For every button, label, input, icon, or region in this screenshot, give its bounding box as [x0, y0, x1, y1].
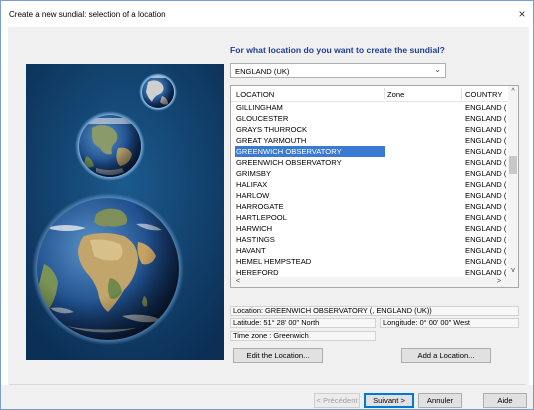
help-button[interactable]: Aide	[483, 393, 527, 408]
cell-country: ENGLAND (L	[465, 202, 507, 211]
edit-location-button[interactable]: Edit the Location...	[233, 348, 323, 363]
location-info: Location: GREENWICH OBSERVATORY (, ENGLA…	[230, 306, 519, 316]
cell-country: ENGLAND (L	[465, 136, 507, 145]
cell-location: GRIMSBY	[236, 169, 272, 178]
country-dropdown-value: ENGLAND (UK)	[235, 67, 290, 76]
cell-country: ENGLAND (L	[465, 125, 507, 134]
previous-button[interactable]: < Précédent	[314, 393, 360, 408]
location-list[interactable]: LOCATION Zone COUNTRY GILLINGHAM ENGLAND …	[230, 85, 519, 288]
chevron-down-icon[interactable]: ⌄	[434, 65, 441, 74]
close-icon[interactable]: ×	[515, 7, 529, 21]
cell-location: GREAT YARMOUTH	[236, 136, 307, 145]
cell-country: ENGLAND (L	[465, 257, 507, 266]
cell-location: HAVANT	[236, 246, 266, 255]
table-row[interactable]: HARTLEPOOL ENGLAND (L	[231, 212, 508, 223]
table-row[interactable]: GREENWICH OBSERVATORY ENGLAND (L	[231, 146, 508, 157]
cell-location: HARLOW	[236, 191, 270, 200]
cell-location: HASTINGS	[236, 235, 275, 244]
timezone-info: Time zone : Greenwich	[230, 331, 376, 341]
latitude-info: Latitude: 51° 28' 00" North	[230, 318, 376, 328]
globes-illustration	[26, 64, 224, 360]
table-row[interactable]: HEMEL HEMPSTEAD ENGLAND (L	[231, 256, 508, 267]
column-header-location[interactable]: LOCATION	[236, 90, 274, 99]
cell-location: GREENWICH OBSERVATORY	[236, 158, 342, 167]
table-row[interactable]: HALIFAX ENGLAND (L	[231, 179, 508, 190]
scroll-down-icon[interactable]: v	[508, 266, 518, 276]
table-row[interactable]: HAVANT ENGLAND (L	[231, 245, 508, 256]
list-rows: GILLINGHAM ENGLAND (L GLOUCESTER ENGLAND (L…	[231, 102, 508, 278]
country-dropdown[interactable]: ENGLAND (UK) ⌄	[230, 63, 446, 78]
next-button[interactable]: Suivant >	[364, 393, 414, 408]
add-location-button[interactable]: Add a Location...	[401, 348, 491, 363]
column-divider[interactable]	[384, 88, 385, 99]
window-title: Create a new sundial: selection of a loc…	[9, 10, 166, 19]
list-header: LOCATION Zone COUNTRY	[231, 86, 508, 102]
cell-country: ENGLAND (L	[465, 147, 507, 156]
title-bar: Create a new sundial: selection of a loc…	[1, 1, 533, 27]
table-row[interactable]: GRAYS THURROCK ENGLAND (L	[231, 124, 508, 135]
cell-country: ENGLAND (L	[465, 268, 507, 277]
table-row[interactable]: GREAT YARMOUTH ENGLAND (L	[231, 135, 508, 146]
horizontal-scrollbar[interactable]: < >	[231, 277, 518, 287]
cell-location: HEREFORD	[236, 268, 279, 277]
cell-country: ENGLAND (L	[465, 180, 507, 189]
table-row[interactable]: HARROGATE ENGLAND (L	[231, 201, 508, 212]
cell-country: ENGLAND (L	[465, 213, 507, 222]
cell-location: HALIFAX	[236, 180, 268, 189]
cell-country: ENGLAND (L	[465, 114, 507, 123]
globes-image	[26, 64, 224, 360]
cell-country: ENGLAND (L	[465, 158, 507, 167]
table-row[interactable]: GLOUCESTER ENGLAND (L	[231, 113, 508, 124]
column-header-country[interactable]: COUNTRY	[465, 90, 502, 99]
cell-location: HARTLEPOOL	[236, 213, 287, 222]
scroll-left-icon[interactable]: <	[233, 277, 243, 287]
table-row[interactable]: HASTINGS ENGLAND (L	[231, 234, 508, 245]
vertical-scrollbar[interactable]: ^ v	[508, 86, 518, 277]
cancel-button[interactable]: Annuler	[418, 393, 462, 408]
table-row[interactable]: GILLINGHAM ENGLAND (L	[231, 102, 508, 113]
cell-country: ENGLAND (L	[465, 191, 507, 200]
cell-location: GILLINGHAM	[236, 103, 283, 112]
table-row[interactable]: HARLOW ENGLAND (L	[231, 190, 508, 201]
cell-location: GLOUCESTER	[236, 114, 289, 123]
scroll-right-icon[interactable]: >	[494, 277, 504, 287]
cell-location: HEMEL HEMPSTEAD	[236, 257, 312, 266]
scrollbar-thumb[interactable]	[509, 156, 517, 174]
cell-location: GREENWICH OBSERVATORY	[235, 146, 385, 157]
column-divider[interactable]	[461, 88, 462, 99]
table-row[interactable]: GRIMSBY ENGLAND (L	[231, 168, 508, 179]
cell-country: ENGLAND (L	[465, 103, 507, 112]
cell-location: GRAYS THURROCK	[236, 125, 308, 134]
scroll-up-icon[interactable]: ^	[508, 87, 518, 97]
cell-location: HARROGATE	[236, 202, 284, 211]
longitude-info: Longitude: 0° 00' 00" West	[380, 318, 519, 328]
cell-country: ENGLAND (L	[465, 246, 507, 255]
table-row[interactable]: GREENWICH OBSERVATORY ENGLAND (L	[231, 157, 508, 168]
cell-location: HARWICH	[236, 224, 273, 233]
cell-country: ENGLAND (L	[465, 169, 507, 178]
column-header-zone[interactable]: Zone	[387, 90, 404, 99]
cell-country: ENGLAND (L	[465, 224, 507, 233]
cell-country: ENGLAND (L	[465, 235, 507, 244]
table-row[interactable]: HARWICH ENGLAND (L	[231, 223, 508, 234]
location-question: For what location do you want to create …	[230, 45, 445, 55]
